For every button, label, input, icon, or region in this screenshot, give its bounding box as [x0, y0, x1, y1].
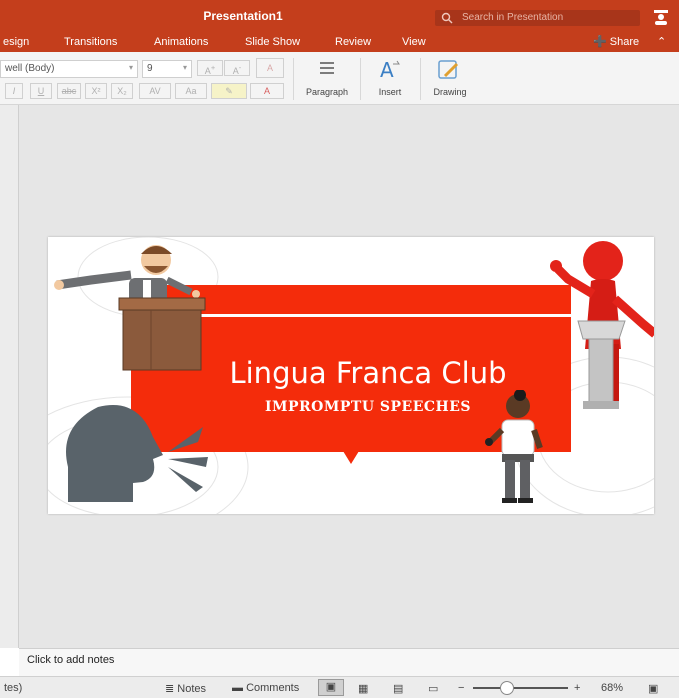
tab-design[interactable]: esign — [3, 36, 29, 48]
comments-toggle-label: Comments — [246, 682, 300, 694]
slide-canvas[interactable]: Lingua Franca Club IMPROMPTU SPEECHES — [48, 237, 654, 514]
paragraph-label: Paragraph — [305, 87, 349, 97]
zoom-slider-track[interactable] — [473, 687, 568, 689]
divider — [293, 58, 294, 100]
comment-icon: ▬ — [232, 682, 243, 694]
shrink-font-button[interactable]: A- — [224, 60, 250, 76]
paragraph-button[interactable]: Paragraph — [300, 58, 354, 97]
woman-speaker-image — [485, 390, 543, 503]
comments-toggle-button[interactable]: ▬ Comments — [232, 682, 299, 694]
search-placeholder: Search in Presentation — [462, 12, 564, 23]
paragraph-icon — [320, 62, 334, 74]
notes-pane[interactable]: Click to add notes — [19, 648, 679, 676]
collapse-ribbon-icon[interactable]: ⌃ — [657, 35, 666, 48]
zoom-out-button[interactable]: − — [458, 682, 464, 694]
title-bar: Presentation1 Search in Presentation — [0, 0, 679, 32]
divider — [360, 58, 361, 100]
drawing-button[interactable]: Drawing — [428, 58, 472, 97]
banner-divider — [193, 314, 573, 317]
insert-label: Insert — [378, 87, 402, 97]
chevron-down-icon: ▾ — [182, 63, 187, 72]
fit-to-window-icon[interactable]: ▣ — [648, 682, 658, 695]
grow-font-button[interactable]: A+ — [197, 60, 223, 76]
slide-sorter-icon[interactable]: ▦ — [358, 682, 368, 695]
highlight-button[interactable]: ✎ — [211, 83, 247, 99]
tab-slide-show[interactable]: Slide Show — [245, 36, 300, 48]
divider — [420, 58, 421, 100]
notes-placeholder: Click to add notes — [27, 654, 115, 666]
tab-animations[interactable]: Animations — [154, 36, 208, 48]
speaking-head-icon — [66, 405, 208, 502]
notes-toggle-button[interactable]: ≣ Notes — [165, 682, 206, 695]
drawing-icon — [438, 60, 459, 79]
share-button[interactable]: ➕ Share — [593, 35, 639, 48]
reading-view-icon[interactable]: ▤ — [393, 682, 403, 695]
zoom-slider-thumb[interactable] — [500, 681, 514, 695]
svg-text:A: A — [380, 58, 394, 80]
share-person-icon[interactable] — [652, 9, 670, 25]
ribbon-toolbar: well (Body) ▾ 9 ▾ A+ A- A I U abc X² X₂ … — [0, 52, 679, 105]
speaker-at-podium-image — [54, 245, 206, 371]
slide-title[interactable]: Lingua Franca Club — [178, 356, 558, 390]
tab-transitions[interactable]: Transitions — [64, 36, 117, 48]
slideshow-icon[interactable]: ▭ — [428, 682, 438, 695]
character-spacing-button[interactable]: AV — [139, 83, 171, 99]
insert-button[interactable]: A Insert — [368, 58, 412, 97]
notes-toggle-label: Notes — [177, 683, 207, 695]
zoom-in-button[interactable]: + — [574, 682, 580, 694]
font-name-select[interactable]: well (Body) ▾ — [0, 60, 138, 78]
tab-view[interactable]: View — [402, 36, 426, 48]
superscript-button[interactable]: X² — [85, 83, 107, 99]
speech-tail — [343, 451, 359, 464]
chevron-down-icon: ▾ — [128, 63, 133, 72]
insert-text-icon: A — [380, 58, 400, 82]
red-figure-lectern-image — [550, 241, 654, 409]
italic-button[interactable]: I — [5, 83, 23, 99]
notes-icon: ≣ — [165, 683, 175, 695]
change-case-button[interactable]: Aa — [175, 83, 207, 99]
status-bar: tes) ≣ Notes ▬ Comments ▣ ▦ ▤ ▭ − + 68% … — [0, 676, 679, 698]
font-size-value: 9 — [147, 63, 153, 74]
search-icon — [441, 12, 453, 24]
window-title: Presentation1 — [203, 9, 283, 23]
share-label: Share — [609, 36, 640, 48]
tab-review[interactable]: Review — [335, 36, 371, 48]
font-name-value: well (Body) — [5, 63, 55, 74]
thumbnail-pane[interactable] — [0, 105, 19, 648]
strikethrough-button[interactable]: abc — [57, 83, 81, 99]
subscript-button[interactable]: X₂ — [111, 83, 133, 99]
font-color-button[interactable]: A — [250, 83, 284, 99]
search-box[interactable]: Search in Presentation — [435, 10, 640, 26]
zoom-level[interactable]: 68% — [601, 682, 623, 694]
clear-format-button[interactable]: A — [256, 58, 284, 78]
ribbon-tabs: esign Transitions Animations Slide Show … — [0, 32, 679, 52]
normal-view-button[interactable]: ▣ — [318, 679, 344, 696]
status-language: tes) — [4, 682, 23, 694]
font-size-select[interactable]: 9 ▾ — [142, 60, 192, 78]
underline-button[interactable]: U — [30, 83, 52, 99]
add-person-icon: ➕ — [593, 36, 607, 48]
drawing-label: Drawing — [433, 87, 467, 97]
